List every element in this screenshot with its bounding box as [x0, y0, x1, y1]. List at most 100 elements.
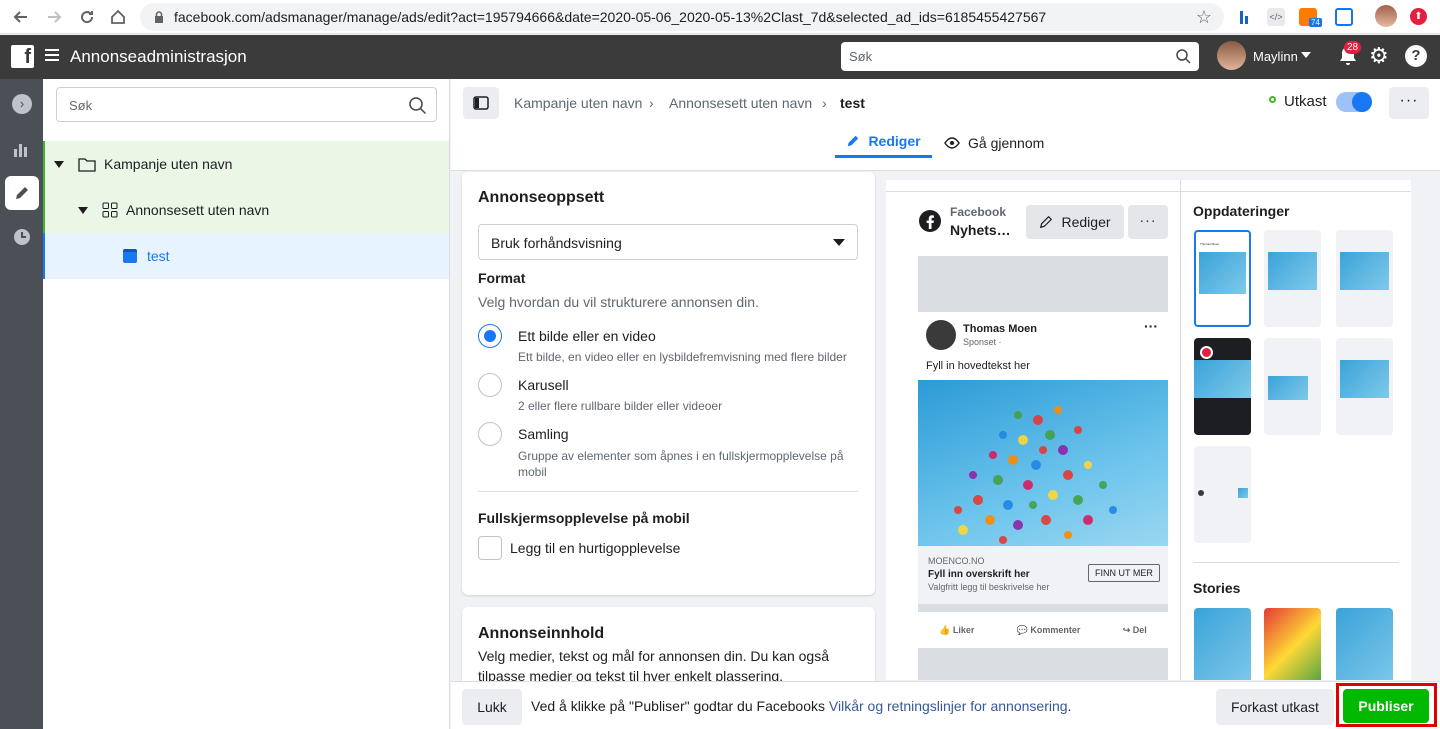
thumb-image [1336, 608, 1393, 680]
placement-thumb-feed[interactable]: Thomas Moen [1194, 230, 1251, 327]
toggle-panel-button[interactable] [463, 87, 499, 119]
story-thumb-instagram[interactable] [1264, 608, 1321, 680]
tree-search-input[interactable]: Søk [56, 87, 437, 122]
caret-down-icon[interactable] [78, 206, 88, 214]
format-radio-single[interactable] [478, 324, 502, 348]
divider [478, 491, 858, 492]
option-label: Ett bilde eller en video [518, 328, 656, 344]
home-icon[interactable] [107, 6, 129, 28]
format-radio-carousel[interactable] [478, 373, 502, 397]
forward-icon[interactable] [43, 6, 65, 28]
feed-post: Thomas Moen Sponset · ··· Fyll in hovedt… [918, 312, 1168, 604]
discard-draft-button[interactable]: Forkast utkast [1216, 689, 1334, 725]
notification-badge: 28 [1344, 41, 1362, 54]
update-icon[interactable]: ⬆ [1410, 8, 1427, 25]
address-bar[interactable]: facebook.com/adsmanager/manage/ads/edit?… [140, 3, 1224, 31]
notice-text: Ved å klikke på "Publiser" godtar du Fac… [531, 698, 829, 714]
more-options-button[interactable]: ··· [1389, 87, 1429, 119]
link-headline: Fyll inn overskrift her [928, 569, 1030, 580]
tree-item-campaign[interactable]: Kampanje uten navn [43, 141, 449, 187]
format-radio-collection[interactable] [478, 422, 502, 446]
placement-thumb-messenger[interactable] [1336, 338, 1393, 435]
chevron-right-icon: › [822, 95, 827, 111]
pencil-icon[interactable] [5, 176, 39, 210]
divider [1180, 180, 1181, 680]
chart-icon[interactable] [5, 132, 39, 166]
status-label: Utkast [1284, 93, 1327, 110]
facebook-logo-icon[interactable]: f [11, 45, 34, 68]
thumb-image [1199, 252, 1246, 294]
menu-icon[interactable] [45, 49, 59, 61]
story-thumb-messenger[interactable] [1336, 608, 1393, 680]
share-button[interactable]: ↪ Del [1123, 625, 1147, 636]
like-label: Liker [952, 624, 975, 635]
expand-icon[interactable]: › [5, 87, 39, 121]
avatar[interactable] [1217, 41, 1246, 70]
extension-code-icon[interactable]: </> [1267, 8, 1285, 26]
chevron-down-icon[interactable] [1301, 52, 1311, 58]
tree-item-adset[interactable]: Annonsesett uten navn [43, 187, 449, 233]
preview-dropdown[interactable]: Bruk forhåndsvisning [478, 224, 858, 260]
post-sponsored: Sponset · [963, 337, 1002, 347]
app-header: f Annonseadministrasjon Søk Maylinn 28 ⚙… [0, 35, 1440, 79]
dropdown-value: Bruk forhåndsvisning [491, 235, 622, 251]
bookmark-star-icon[interactable]: ☆ [1196, 7, 1212, 28]
option-description: Gruppe av elementer som åpnes i en fulls… [518, 449, 844, 479]
cta-button[interactable]: FINN UT MER [1088, 564, 1160, 582]
like-button[interactable]: 👍 Liker [939, 625, 974, 636]
thumb-image [1194, 360, 1251, 398]
fullscreen-title: Fullskjermsopplevelse på mobil [478, 510, 690, 526]
story-thumb-facebook[interactable] [1194, 608, 1251, 680]
profile-avatar[interactable] [1375, 5, 1397, 27]
tab-review[interactable]: Gå gjennom [944, 127, 1044, 158]
caret-down-icon[interactable] [54, 160, 64, 168]
facebook-circle-icon [919, 210, 941, 232]
clock-icon[interactable] [5, 220, 39, 254]
close-button[interactable]: Lukk [462, 689, 522, 725]
editor-header: Kampanje uten navn › Annonsesett uten na… [451, 79, 1440, 171]
notice-end: . [1067, 698, 1072, 714]
thumb-image [1340, 360, 1389, 398]
extension-window-icon[interactable] [1335, 8, 1353, 26]
preview-more-button[interactable]: ··· [1128, 205, 1168, 239]
preview-edit-button[interactable]: Rediger [1026, 205, 1124, 239]
thumb-image [1194, 608, 1251, 680]
comment-button[interactable]: 💬 Kommenter [1017, 625, 1081, 636]
chevron-right-icon: › [649, 95, 654, 111]
gear-icon[interactable]: ⚙ [1369, 45, 1391, 67]
tree-item-ad[interactable]: test [43, 233, 449, 279]
breadcrumb-campaign[interactable]: Kampanje uten navn [514, 95, 642, 111]
thumb-image [1340, 252, 1389, 290]
placement-thumb-explore[interactable] [1264, 338, 1321, 435]
search-icon [409, 97, 426, 114]
post-more-icon[interactable]: ··· [1144, 318, 1158, 334]
url-text: facebook.com/adsmanager/manage/ads/edit?… [174, 9, 1047, 25]
thumb-image [1268, 376, 1308, 400]
help-icon[interactable]: ? [1405, 45, 1427, 67]
tab-label: Rediger [868, 133, 921, 149]
header-search-input[interactable]: Søk [841, 42, 1199, 71]
breadcrumb-adset[interactable]: Annonsesett uten navn [669, 95, 812, 111]
lock-icon [155, 11, 163, 23]
pencil-icon [1040, 215, 1053, 229]
terms-link[interactable]: Vilkår og retningslinjer for annonsering [829, 698, 1068, 714]
publish-button[interactable]: Publiser [1343, 689, 1429, 723]
back-icon[interactable] [10, 6, 32, 28]
placement-thumb-video[interactable] [1194, 338, 1251, 435]
tree-item-label: test [147, 248, 170, 264]
placement-thumb-instagram[interactable] [1264, 230, 1321, 327]
user-name[interactable]: Maylinn [1253, 49, 1298, 64]
extension-bars-icon[interactable] [1238, 8, 1256, 26]
link-domain: MOENCO.NO [928, 556, 985, 566]
status-toggle[interactable] [1336, 92, 1372, 112]
share-icon: ↪ [1122, 624, 1133, 635]
blocked-icon [1200, 346, 1213, 359]
placement-thumb-marketplace[interactable] [1336, 230, 1393, 327]
placement-thumb-search[interactable] [1194, 446, 1251, 543]
tree-item-label: Kampanje uten navn [104, 156, 233, 172]
tab-edit[interactable]: Rediger [835, 127, 932, 158]
reload-icon[interactable] [76, 6, 98, 28]
instant-experience-checkbox[interactable] [478, 536, 502, 560]
terms-notice: Ved å klikke på "Publiser" godtar du Fac… [531, 698, 1071, 714]
mobile-feed-mock: Thomas Moen Sponset · ··· Fyll in hovedt… [918, 256, 1168, 680]
